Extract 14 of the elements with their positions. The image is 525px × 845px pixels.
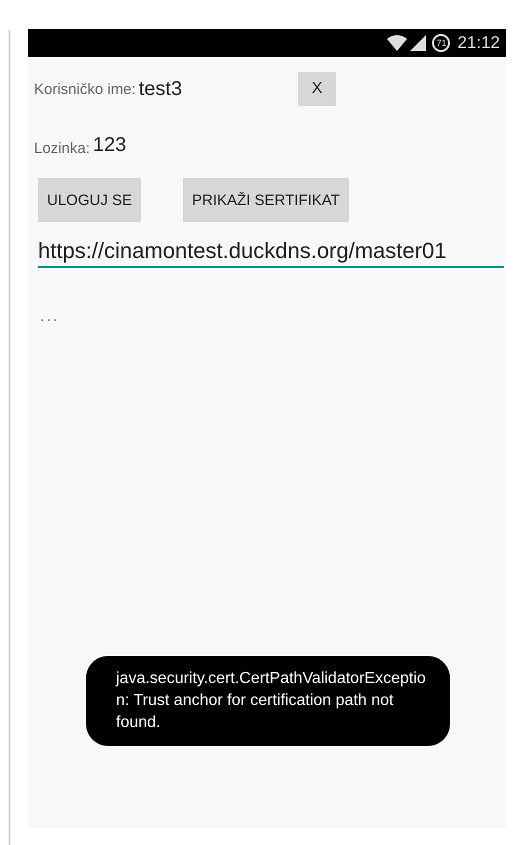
password-label: Lozinka: [34,140,90,157]
show-certificate-button[interactable]: PRIKAŽI SERTIFIKAT [183,178,349,222]
battery-indicator: 71 [432,34,450,52]
password-value: 123 [92,134,126,157]
username-value: test3 [138,78,182,100]
clear-button[interactable]: X [298,72,336,106]
wifi-icon [387,35,408,51]
signal-icon [410,35,426,51]
clock: 21:12 [457,33,500,53]
result-text: ... [40,308,60,326]
username-label: Korisničko ime: [34,80,136,98]
login-button[interactable]: ULOGUJ SE [38,178,142,222]
toast-message: java.security.cert.CertPathValidatorException: Trust anchor for certification path not found. [86,656,450,746]
url-field[interactable]: https://cinamontest.duckdns.org/master01 [38,238,504,268]
